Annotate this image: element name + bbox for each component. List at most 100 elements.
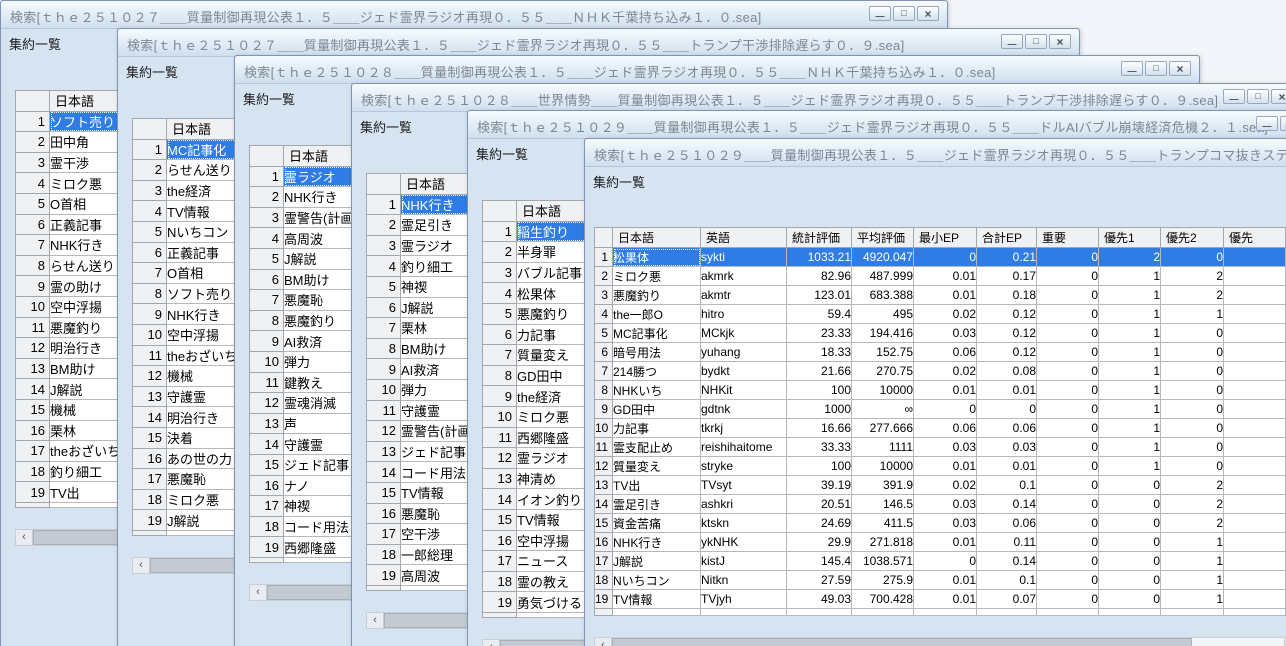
- row-number[interactable]: 4: [366, 255, 401, 277]
- row-number[interactable]: 8: [15, 254, 50, 277]
- table-cell[interactable]: 質量変え: [612, 456, 701, 476]
- table-cell[interactable]: 資金苦痛: [612, 513, 701, 533]
- table-cell[interactable]: 1: [1098, 361, 1161, 381]
- row-number[interactable]: 11: [249, 371, 284, 394]
- row-number[interactable]: 12: [249, 392, 284, 414]
- table-cell[interactable]: 0: [1098, 551, 1161, 571]
- row-number[interactable]: 17: [482, 550, 517, 572]
- column-header[interactable]: 統計評価: [786, 227, 852, 248]
- row-number[interactable]: 3: [366, 234, 401, 257]
- table-cell[interactable]: TV情報: [612, 589, 701, 609]
- table-cell[interactable]: 123.01: [786, 285, 852, 305]
- table-cell[interactable]: 0: [1036, 304, 1099, 324]
- row-number[interactable]: 3: [594, 285, 613, 305]
- table-cell[interactable]: [1223, 323, 1286, 343]
- row-number[interactable]: 1: [249, 165, 284, 188]
- table-cell[interactable]: 0.02: [913, 304, 977, 324]
- row-number[interactable]: 14: [482, 488, 517, 510]
- row-number[interactable]: 4: [249, 227, 284, 249]
- row-number[interactable]: 19: [249, 536, 284, 558]
- table-cell[interactable]: 0: [1036, 380, 1099, 400]
- table-cell[interactable]: 0: [1036, 418, 1099, 438]
- table-cell[interactable]: 1: [1098, 456, 1161, 476]
- scroll-left-button[interactable]: ‹: [367, 613, 384, 628]
- table-cell[interactable]: 24.69: [786, 513, 852, 533]
- table-cell[interactable]: 0: [913, 399, 977, 419]
- table-cell[interactable]: 0.14: [976, 494, 1037, 514]
- row-number[interactable]: 6: [482, 323, 517, 346]
- table-cell[interactable]: 暗号用法: [612, 342, 701, 362]
- table-cell[interactable]: 0.01: [913, 266, 977, 286]
- table-cell[interactable]: 0: [1098, 494, 1161, 514]
- table-cell[interactable]: Nいちコン: [612, 570, 701, 590]
- row-number[interactable]: 12: [482, 447, 517, 469]
- close-button[interactable]: ×: [917, 6, 939, 21]
- table-cell[interactable]: [1223, 437, 1286, 457]
- row-number[interactable]: 16: [366, 502, 401, 525]
- table-cell[interactable]: 0: [1036, 399, 1099, 419]
- table-cell[interactable]: [1223, 304, 1286, 324]
- table-cell[interactable]: NHKいち: [612, 380, 701, 400]
- table-cell[interactable]: 0: [1098, 475, 1161, 495]
- row-number[interactable]: 6: [594, 342, 613, 362]
- table-cell[interactable]: 214勝つ: [612, 361, 701, 381]
- row-number[interactable]: 10: [15, 295, 50, 318]
- row-number[interactable]: 14: [366, 461, 401, 483]
- row-number[interactable]: 17: [249, 495, 284, 517]
- table-cell[interactable]: 力記事: [612, 418, 701, 438]
- table-cell[interactable]: 1: [1098, 285, 1161, 305]
- table-cell[interactable]: [1223, 380, 1286, 400]
- row-number[interactable]: 5: [15, 192, 50, 215]
- table-cell[interactable]: 4920.047: [851, 247, 914, 267]
- close-button[interactable]: ×: [1271, 89, 1286, 104]
- row-number[interactable]: 3: [132, 179, 167, 202]
- scrollbar-track[interactable]: [612, 638, 1284, 646]
- table-cell[interactable]: NHK行き: [612, 532, 701, 552]
- row-number[interactable]: 7: [594, 361, 613, 381]
- table-cell[interactable]: MCkjk: [700, 323, 787, 343]
- table-cell[interactable]: 松果体: [612, 247, 701, 267]
- row-number[interactable]: 13: [132, 385, 167, 408]
- table-cell[interactable]: 1: [1160, 304, 1224, 324]
- row-number[interactable]: 15: [132, 426, 167, 449]
- minimize-button[interactable]: —: [1001, 34, 1023, 49]
- table-cell[interactable]: 0.06: [976, 513, 1037, 533]
- row-number[interactable]: 9: [482, 385, 517, 407]
- row-number[interactable]: 10: [249, 350, 284, 373]
- table-cell[interactable]: 0: [1160, 247, 1224, 267]
- row-number[interactable]: 4: [594, 304, 613, 324]
- table-cell[interactable]: 16.66: [786, 418, 852, 438]
- table-cell[interactable]: 0.12: [976, 323, 1037, 343]
- window-titlebar[interactable]: 検索[ｔｈｅ２５１０２７＿＿質量制御再現公表１．５＿＿ジェド霊界ラジオ再現０．５…: [118, 29, 1079, 57]
- row-number[interactable]: 7: [482, 344, 517, 366]
- column-header[interactable]: 優先: [1223, 227, 1286, 248]
- row-number[interactable]: 9: [594, 399, 613, 419]
- table-cell[interactable]: 1111: [851, 437, 914, 457]
- table-cell[interactable]: gdtnk: [700, 399, 787, 419]
- maximize-button[interactable]: □: [1025, 34, 1047, 49]
- row-number[interactable]: 6: [15, 213, 50, 236]
- table-cell[interactable]: 0: [1160, 399, 1224, 419]
- row-number[interactable]: 12: [594, 456, 613, 476]
- table-cell[interactable]: ktskn: [700, 513, 787, 533]
- table-cell[interactable]: [1223, 285, 1286, 305]
- table-cell[interactable]: 0.01: [913, 380, 977, 400]
- row-number[interactable]: 18: [594, 570, 613, 590]
- scroll-left-button[interactable]: ‹: [483, 640, 500, 646]
- table-cell[interactable]: 0: [1036, 361, 1099, 381]
- column-header[interactable]: 日本語: [612, 227, 701, 248]
- table-cell[interactable]: akmrk: [700, 266, 787, 286]
- window-titlebar[interactable]: 検索[ｔｈｅ２５１０２７＿＿質量制御再現公表１．５＿＿ジェド霊界ラジオ再現０．５…: [1, 1, 947, 29]
- column-header[interactable]: 最小EP: [913, 227, 977, 248]
- table-cell[interactable]: 18.33: [786, 342, 852, 362]
- row-number[interactable]: 11: [132, 344, 167, 367]
- table-cell[interactable]: 0: [1036, 285, 1099, 305]
- table-cell[interactable]: 2: [1160, 494, 1224, 514]
- table-cell[interactable]: 23.33: [786, 323, 852, 343]
- row-number[interactable]: 14: [249, 433, 284, 455]
- row-number[interactable]: 6: [249, 268, 284, 291]
- table-cell[interactable]: 0.01: [976, 456, 1037, 476]
- table-cell[interactable]: ∞: [851, 399, 914, 419]
- row-number[interactable]: 15: [482, 508, 517, 531]
- table-cell[interactable]: [1223, 494, 1286, 514]
